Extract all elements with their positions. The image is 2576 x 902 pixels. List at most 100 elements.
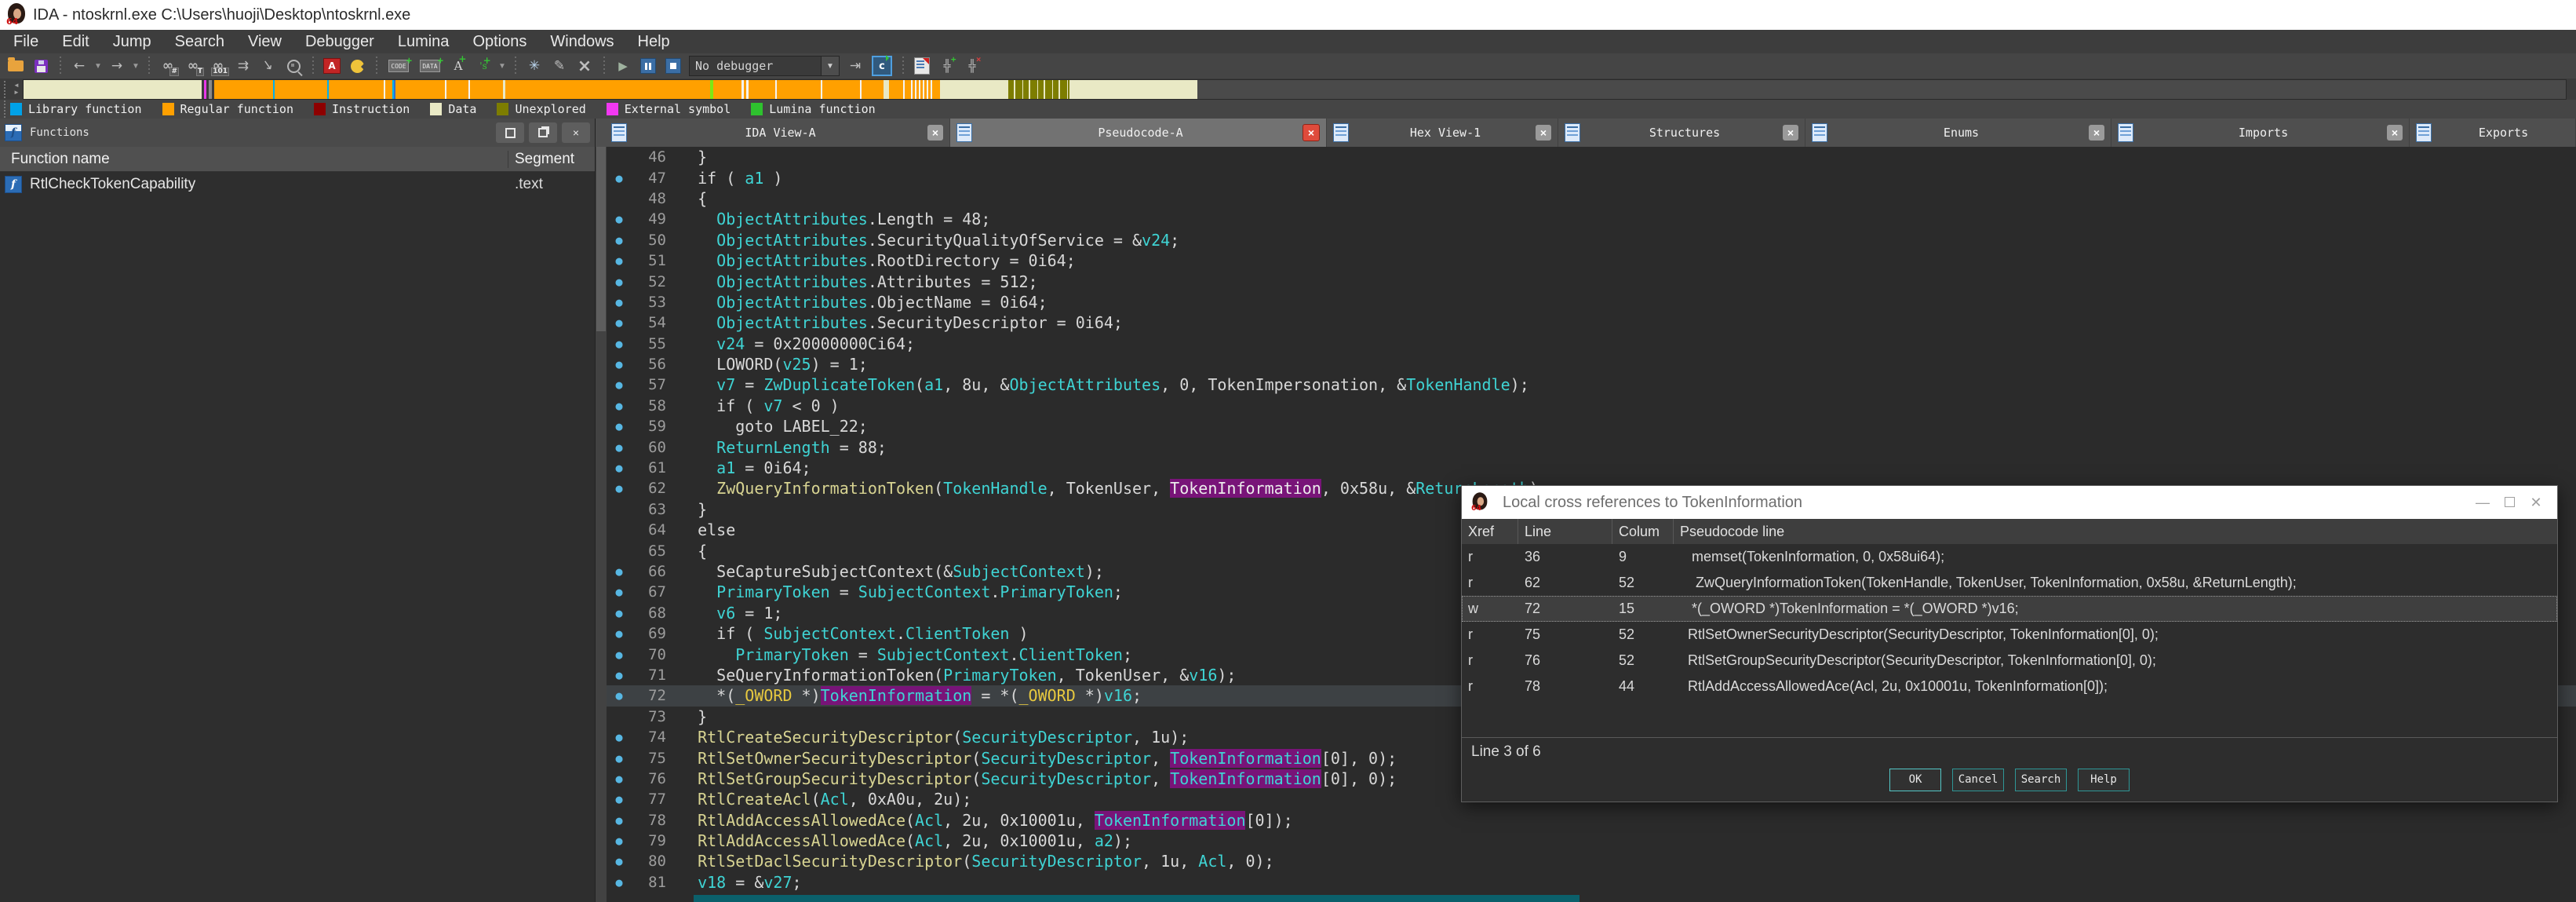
code-line-79[interactable]: ●79 RtlAddAccessAllowedAce(Acl, 2u, 0x10… [607,831,2576,851]
breakpoint-gutter[interactable]: ● [607,212,632,226]
breakpoint-gutter[interactable]: ● [607,171,632,185]
code-line-81[interactable]: ●81 v18 = &v27; [607,872,2576,893]
code-scrollbar-thumb[interactable] [596,147,606,331]
code-line-54[interactable]: ●54 ObjectAttributes.SecurityDescriptor … [607,312,2576,333]
band-segment[interactable] [909,80,932,99]
band-segment[interactable] [713,80,741,99]
problem-list-icon[interactable]: A [322,57,342,75]
menu-item-view[interactable]: View [236,30,293,53]
breakpoint-gutter[interactable]: ● [607,316,632,330]
code-line-48[interactable]: 48 { [607,188,2576,209]
panel-close-button[interactable]: × [562,122,590,143]
breakpoint-gutter[interactable]: ● [607,233,632,247]
tab-pseudocode-a[interactable]: Pseudocode-A× [950,119,1327,147]
band-segment[interactable] [329,80,384,99]
tab-close-icon[interactable]: × [2089,125,2104,141]
dialog-minimize-button[interactable]: — [2469,495,2496,511]
tab-ida-view-a[interactable]: IDA View-A× [605,119,950,147]
search-text-icon[interactable]: ∞T [183,57,203,75]
breakpoint-gutter[interactable]: ● [607,461,632,475]
function-row[interactable]: fRtlCheckTokenCapability.text [0,172,595,196]
band-segment[interactable] [749,80,775,99]
tab-close-icon[interactable]: × [1536,125,1551,141]
band-segment[interactable] [862,80,884,99]
band-segment[interactable] [214,80,273,99]
breakpoint-gutter[interactable]: ● [607,854,632,868]
menu-item-jump[interactable]: Jump [101,30,163,53]
breakpoint-gutter[interactable]: ● [607,440,632,455]
menu-item-lumina[interactable]: Lumina [386,30,461,53]
menu-item-edit[interactable]: Edit [50,30,100,53]
code-line-52[interactable]: ●52 ObjectAttributes.Attributes = 512; [607,271,2576,291]
breakpoint-gutter[interactable]: ● [607,585,632,599]
tab-enums[interactable]: Enums× [1805,119,2111,147]
snowflake-icon[interactable]: ✳ [524,57,545,75]
breakpoint-gutter[interactable]: ● [607,481,632,495]
xref-row[interactable]: r369 memset(TokenInformation, 0, 0x58ui6… [1462,544,2557,570]
menu-item-search[interactable]: Search [163,30,236,53]
breakpoint-gutter[interactable]: ● [607,564,632,579]
menu-item-windows[interactable]: Windows [538,30,625,53]
panel-restore-button[interactable] [496,122,524,143]
band-segment[interactable] [932,80,940,99]
ok-button[interactable]: OK [1889,769,1941,791]
breakpoint-gutter[interactable]: ● [607,834,632,848]
search-button[interactable]: Search [2015,769,2067,791]
search-lock-icon[interactable] [283,57,304,75]
tab-close-icon[interactable]: × [2387,125,2403,141]
plugin-remove-icon[interactable]: ╬× [962,57,982,75]
debugger-stop-icon[interactable] [663,57,683,75]
cancel-button[interactable]: Cancel [1952,769,2004,791]
band-right-arrow-icon[interactable]: ► [13,89,20,96]
navigate-forward-icon[interactable]: → [107,57,127,75]
column-header-segment[interactable]: Segment [508,151,574,168]
breakpoint-gutter[interactable]: ● [607,688,632,703]
band-left-arrow-icon[interactable]: ◄ [13,82,20,89]
xref-row[interactable]: r7652 RtlSetGroupSecurityDescriptor(Secu… [1462,648,2557,674]
xref-row[interactable]: r6252 ZwQueryInformationToken(TokenHandl… [1462,570,2557,596]
help-button[interactable]: Help [2078,769,2130,791]
search-binary-icon[interactable]: ∞101 [208,57,228,75]
plugin-add-icon[interactable]: ╬+ [937,57,957,75]
code-line-55[interactable]: ●55 v24 = 0x20000000Ci64; [607,334,2576,354]
breakpoint-gutter[interactable]: ● [607,792,632,806]
column-header-line[interactable]: Line [1518,519,1612,544]
column-header-pseudocode-line[interactable]: Pseudocode line [1674,519,2557,544]
band-drag-handle[interactable] [2,81,7,98]
debugger-start-icon[interactable]: ▶ [613,57,633,75]
xref-table-header[interactable]: Xref Line Colum Pseudocode line [1462,519,2557,544]
navigate-back-icon[interactable]: ← [69,57,89,75]
breakpoint-gutter[interactable]: ● [607,751,632,765]
panel-float-button[interactable] [529,122,557,143]
breakpoint-gutter[interactable]: ● [607,730,632,744]
code-line-49[interactable]: ●49 ObjectAttributes.Length = 48; [607,209,2576,229]
edit-icon[interactable]: ✎ [549,57,570,75]
breakpoint-gutter[interactable]: ● [607,295,632,309]
code-line-57[interactable]: ●57 v7 = ZwDuplicateToken(a1, 8u, &Objec… [607,374,2576,395]
tab-close-icon[interactable]: × [1303,124,1320,141]
menu-item-options[interactable]: Options [461,30,538,53]
debugger-selector[interactable]: No debugger▼ [689,56,840,76]
menu-item-help[interactable]: Help [626,30,682,53]
column-header-column[interactable]: Colum [1612,519,1674,544]
back-history-dropdown[interactable]: ▼ [93,57,104,75]
debugger-pause-icon[interactable] [638,57,658,75]
wait-box-icon[interactable] [347,57,367,75]
column-header-xref[interactable]: Xref [1462,519,1518,544]
code-line-78[interactable]: ●78 RtlAddAccessAllowedAce(Acl, 2u, 0x10… [607,810,2576,831]
band-segment[interactable] [470,80,503,99]
code-line-59[interactable]: ●59 goto LABEL_22; [607,416,2576,436]
code-line-61[interactable]: ●61 a1 = 0i64; [607,458,2576,478]
code-line-47[interactable]: ●47 if ( a1 ) [607,167,2576,188]
navigation-band[interactable] [23,79,2567,100]
column-header-function-name[interactable]: Function name [0,151,508,168]
breakpoint-gutter[interactable]: ● [607,813,632,827]
tab-close-icon[interactable]: × [927,125,943,141]
quick-pseudocode-icon[interactable]: c [870,57,894,75]
jump-xref-icon[interactable]: ⇉ [233,57,253,75]
band-segment[interactable] [505,80,710,99]
breakpoint-gutter[interactable]: ● [607,648,632,662]
tab-close-icon[interactable]: × [1783,125,1798,141]
tab-imports[interactable]: Imports× [2111,119,2410,147]
menu-item-debugger[interactable]: Debugger [293,30,386,53]
